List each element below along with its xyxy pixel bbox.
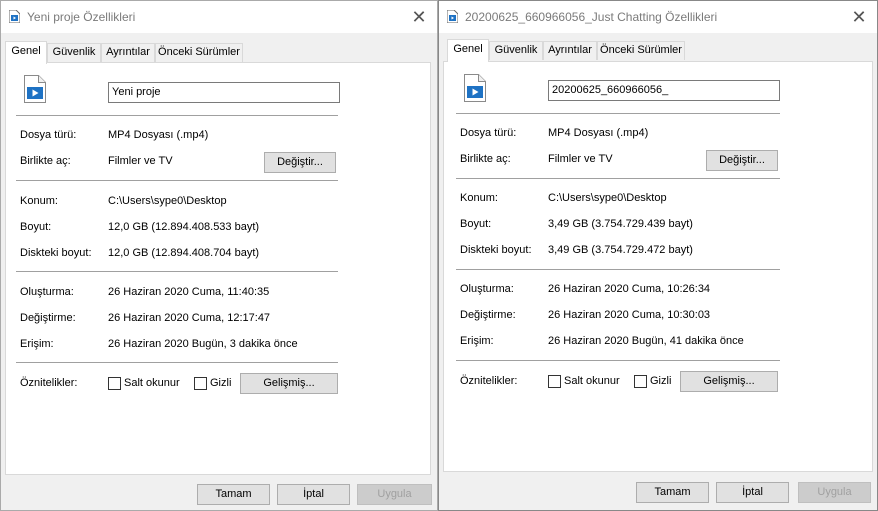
tab-ayrintilar[interactable]: Ayrıntılar bbox=[543, 41, 597, 60]
readonly-label[interactable]: Salt okunur bbox=[564, 375, 620, 387]
window-title: Yeni proje Özellikleri bbox=[27, 10, 136, 24]
window-title: 20200625_660966056_Just Chatting Özellik… bbox=[465, 10, 718, 24]
file-name-input[interactable]: 20200625_660966056_ bbox=[548, 80, 780, 101]
readonly-checkbox[interactable] bbox=[108, 377, 121, 390]
created-value: 26 Haziran 2020 Cuma, 11:40:35 bbox=[108, 286, 270, 298]
tab-genel[interactable]: Genel bbox=[447, 39, 489, 62]
separator bbox=[456, 360, 780, 361]
location-value: C:\Users\sype0\Desktop bbox=[108, 195, 227, 207]
tab-genel[interactable]: Genel bbox=[5, 41, 47, 64]
size-value: 12,0 GB (12.894.408.533 bayt) bbox=[108, 221, 260, 233]
location-value: C:\Users\sype0\Desktop bbox=[548, 192, 667, 204]
separator bbox=[16, 271, 338, 272]
open-with-label: Birlikte aç: bbox=[460, 153, 511, 165]
file-type-label: Dosya türü: bbox=[460, 127, 517, 139]
modified-value: 26 Haziran 2020 Cuma, 12:17:47 bbox=[108, 312, 271, 324]
tab-guvenlik[interactable]: Güvenlik bbox=[489, 41, 543, 60]
ok-button[interactable]: Tamam bbox=[636, 482, 709, 503]
cancel-button[interactable]: İptal bbox=[277, 484, 350, 505]
hidden-checkbox[interactable] bbox=[634, 375, 647, 388]
modified-value: 26 Haziran 2020 Cuma, 10:30:03 bbox=[548, 309, 711, 321]
file-name-input[interactable]: Yeni proje bbox=[108, 82, 340, 103]
properties-window-just-chatting: 20200625_660966056_Just Chatting Özellik… bbox=[438, 0, 878, 511]
modified-label: Değiştirme: bbox=[20, 312, 76, 324]
size-value: 3,49 GB (3.754.729.439 bayt) bbox=[548, 218, 693, 230]
separator bbox=[16, 115, 338, 116]
open-with-value: Filmler ve TV bbox=[548, 153, 613, 165]
title-bar[interactable]: Yeni proje Özellikleri ✕ bbox=[1, 1, 437, 33]
separator bbox=[456, 113, 780, 114]
readonly-checkbox[interactable] bbox=[548, 375, 561, 388]
accessed-value: 26 Haziran 2020 Bugün, 41 dakika önce bbox=[548, 335, 744, 347]
video-file-icon bbox=[464, 74, 486, 102]
size-label: Boyut: bbox=[460, 218, 492, 230]
advanced-button[interactable]: Gelişmiş... bbox=[240, 373, 338, 394]
title-bar[interactable]: 20200625_660966056_Just Chatting Özellik… bbox=[439, 1, 877, 33]
tab-onceki-surumler[interactable]: Önceki Sürümler bbox=[155, 43, 243, 62]
video-file-icon bbox=[9, 10, 20, 23]
close-icon[interactable]: ✕ bbox=[407, 5, 431, 29]
accessed-label: Erişim: bbox=[20, 338, 54, 350]
accessed-label: Erişim: bbox=[460, 335, 494, 347]
file-type-label: Dosya türü: bbox=[20, 129, 77, 141]
attributes-label: Öznitelikler: bbox=[20, 377, 78, 389]
properties-window-yeni-proje: Yeni proje Özellikleri ✕ Genel Güvenlik … bbox=[0, 0, 438, 511]
tab-ayrintilar[interactable]: Ayrıntılar bbox=[101, 43, 155, 62]
attributes-label: Öznitelikler: bbox=[460, 375, 518, 387]
close-icon[interactable]: ✕ bbox=[847, 5, 871, 29]
hidden-label[interactable]: Gizli bbox=[650, 375, 671, 387]
advanced-button[interactable]: Gelişmiş... bbox=[680, 371, 778, 392]
change-button[interactable]: Değiştir... bbox=[264, 152, 336, 173]
disk-size-label: Diskteki boyut: bbox=[20, 247, 92, 259]
change-button[interactable]: Değiştir... bbox=[706, 150, 778, 171]
open-with-value: Filmler ve TV bbox=[108, 155, 173, 167]
ok-button[interactable]: Tamam bbox=[197, 484, 270, 505]
separator bbox=[456, 269, 780, 270]
modified-label: Değiştirme: bbox=[460, 309, 516, 321]
tab-guvenlik[interactable]: Güvenlik bbox=[47, 43, 101, 62]
apply-button[interactable]: Uygula bbox=[357, 484, 432, 505]
location-label: Konum: bbox=[460, 192, 498, 204]
file-type-value: MP4 Dosyası (.mp4) bbox=[548, 127, 649, 139]
created-label: Oluşturma: bbox=[460, 283, 514, 295]
hidden-label[interactable]: Gizli bbox=[210, 377, 231, 389]
open-with-label: Birlikte aç: bbox=[20, 155, 71, 167]
created-label: Oluşturma: bbox=[20, 286, 74, 298]
separator bbox=[16, 180, 338, 181]
video-file-icon bbox=[447, 10, 458, 23]
hidden-checkbox[interactable] bbox=[194, 377, 207, 390]
separator bbox=[16, 362, 338, 363]
readonly-label[interactable]: Salt okunur bbox=[124, 377, 180, 389]
video-file-icon bbox=[24, 75, 46, 103]
tab-onceki-surumler[interactable]: Önceki Sürümler bbox=[597, 41, 685, 60]
cancel-button[interactable]: İptal bbox=[716, 482, 789, 503]
location-label: Konum: bbox=[20, 195, 58, 207]
created-value: 26 Haziran 2020 Cuma, 10:26:34 bbox=[548, 283, 711, 295]
apply-button[interactable]: Uygula bbox=[798, 482, 871, 503]
size-label: Boyut: bbox=[20, 221, 52, 233]
general-panel: Yeni proje Dosya türü: MP4 Dosyası (.mp4… bbox=[5, 62, 431, 475]
file-type-value: MP4 Dosyası (.mp4) bbox=[108, 129, 209, 141]
accessed-value: 26 Haziran 2020 Bugün, 3 dakika önce bbox=[108, 338, 298, 350]
disk-size-label: Diskteki boyut: bbox=[460, 244, 532, 256]
disk-size-value: 12,0 GB (12.894.408.704 bayt) bbox=[108, 247, 260, 259]
disk-size-value: 3,49 GB (3.754.729.472 bayt) bbox=[548, 244, 693, 256]
separator bbox=[456, 178, 780, 179]
general-panel: 20200625_660966056_ Dosya türü: MP4 Dosy… bbox=[443, 61, 873, 472]
